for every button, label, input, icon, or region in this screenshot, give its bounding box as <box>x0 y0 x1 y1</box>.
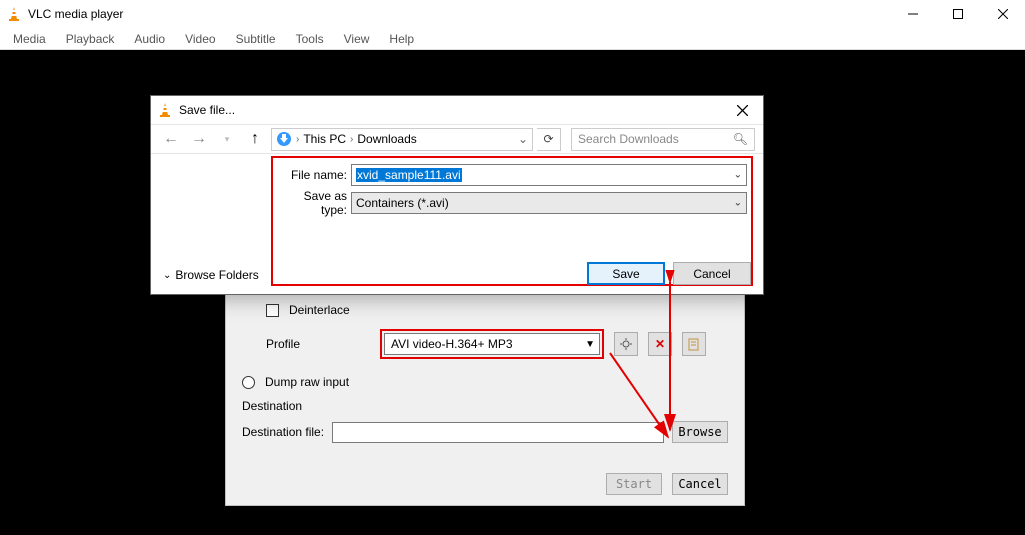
dump-raw-label: Dump raw input <box>265 375 349 389</box>
filename-label: File name: <box>277 168 351 182</box>
save-dialog-title: Save file... <box>179 103 235 117</box>
menu-help[interactable]: Help <box>380 30 423 48</box>
filename-value: xvid_sample111.avi <box>356 168 462 182</box>
dialog-close-button[interactable] <box>727 96 757 124</box>
start-button[interactable]: Start <box>606 473 662 495</box>
filename-input[interactable]: xvid_sample111.avi ⌄ <box>351 164 747 186</box>
edit-profile-button[interactable] <box>614 332 638 356</box>
profile-value: AVI video-H.364+ MP3 <box>391 337 513 351</box>
chevron-right-icon: › <box>350 134 353 145</box>
vlc-cone-icon <box>6 6 22 22</box>
back-button[interactable]: ← <box>159 127 183 151</box>
save-type-value: Containers (*.avi) <box>356 196 449 210</box>
destination-heading: Destination <box>242 399 728 413</box>
main-window-title: VLC media player <box>28 7 123 21</box>
destination-file-input[interactable] <box>332 422 664 443</box>
chevron-down-icon: ⌄ <box>163 270 171 281</box>
recent-dropdown[interactable]: ▾ <box>215 127 239 151</box>
chevron-right-icon: › <box>296 134 299 145</box>
cancel-button[interactable]: Cancel <box>673 262 751 285</box>
chevron-down-icon[interactable]: ⌄ <box>734 170 742 181</box>
maximize-button[interactable] <box>935 0 980 28</box>
chevron-down-icon[interactable]: ⌄ <box>734 198 742 209</box>
profile-dropdown[interactable]: AVI video-H.364+ MP3 ▼ <box>384 333 600 355</box>
save-type-label: Save as type: <box>277 189 351 217</box>
browse-button[interactable]: Browse <box>672 421 728 443</box>
deinterlace-label: Deinterlace <box>289 303 350 317</box>
search-placeholder: Search Downloads <box>578 132 679 146</box>
chevron-down-icon[interactable]: ⌄ <box>518 132 528 146</box>
search-input[interactable]: Search Downloads 🔍︎ <box>571 128 755 151</box>
browse-folders-label: Browse Folders <box>175 268 258 282</box>
dump-raw-radio[interactable] <box>242 376 255 389</box>
menu-subtitle[interactable]: Subtitle <box>227 30 285 48</box>
save-button[interactable]: Save <box>587 262 665 285</box>
profile-label: Profile <box>266 337 374 351</box>
forward-button[interactable]: → <box>187 127 211 151</box>
deinterlace-checkbox[interactable] <box>266 304 279 317</box>
vlc-cone-icon <box>157 102 173 118</box>
save-file-dialog: Save file... ← → ▾ ↑ › This PC › Downloa… <box>150 95 764 295</box>
browse-folders-toggle[interactable]: ⌄ Browse Folders <box>163 268 259 282</box>
new-profile-button[interactable] <box>682 332 706 356</box>
breadcrumb-root[interactable]: This PC <box>303 132 346 146</box>
up-button[interactable]: ↑ <box>243 127 267 151</box>
menu-playback[interactable]: Playback <box>57 30 124 48</box>
menu-media[interactable]: Media <box>4 30 55 48</box>
destination-file-label: Destination file: <box>242 425 324 439</box>
downloads-folder-icon <box>276 131 292 147</box>
address-bar[interactable]: › This PC › Downloads ⌄ <box>271 128 533 151</box>
convert-panel: Deinterlace Profile AVI video-H.364+ MP3… <box>225 294 745 506</box>
search-icon: 🔍︎ <box>733 132 748 146</box>
menu-audio[interactable]: Audio <box>125 30 174 48</box>
breadcrumb-folder[interactable]: Downloads <box>357 132 416 146</box>
chevron-down-icon: ▼ <box>585 339 595 350</box>
menu-view[interactable]: View <box>335 30 379 48</box>
menu-tools[interactable]: Tools <box>287 30 333 48</box>
refresh-button[interactable]: ⟳ <box>537 128 561 151</box>
menu-video[interactable]: Video <box>176 30 224 48</box>
close-button[interactable] <box>980 0 1025 28</box>
main-titlebar: VLC media player <box>0 0 1025 28</box>
delete-profile-button[interactable]: ✕ <box>648 332 672 356</box>
save-type-dropdown[interactable]: Containers (*.avi) ⌄ <box>351 192 747 214</box>
convert-cancel-button[interactable]: Cancel <box>672 473 728 495</box>
minimize-button[interactable] <box>890 0 935 28</box>
profile-highlight-box: AVI video-H.364+ MP3 ▼ <box>380 329 604 359</box>
menubar: Media Playback Audio Video Subtitle Tool… <box>0 28 1025 50</box>
